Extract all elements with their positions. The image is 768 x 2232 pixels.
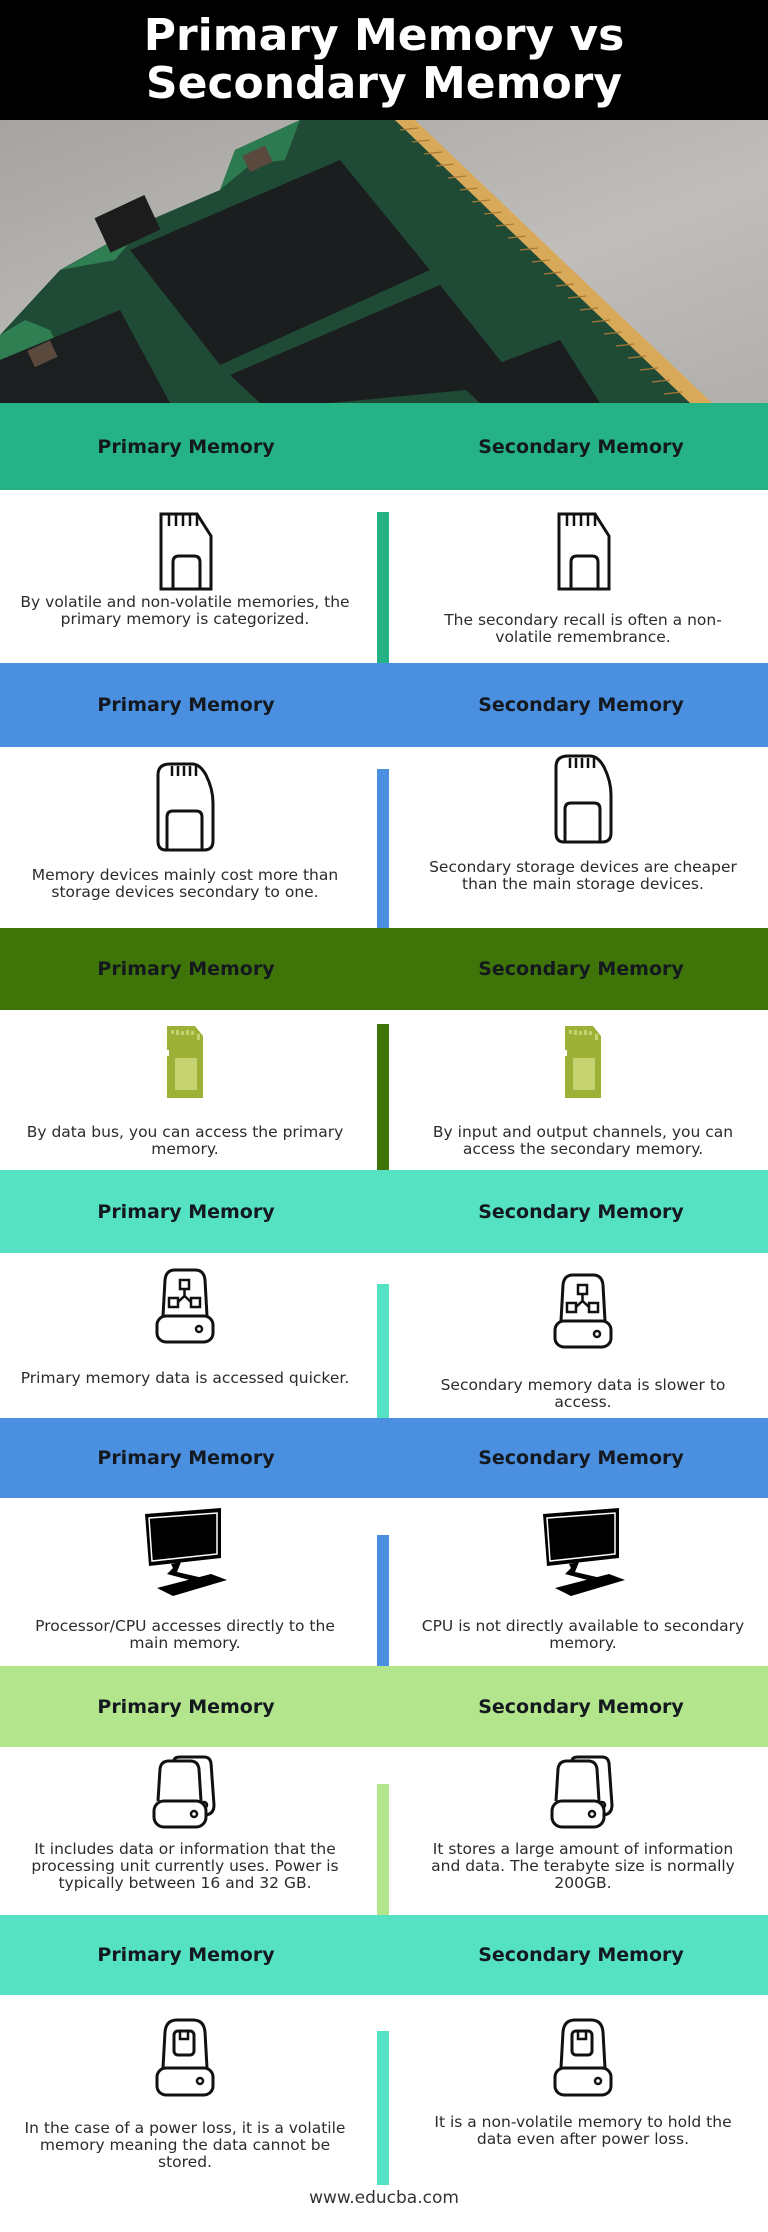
ram-module-illustration — [0, 120, 768, 403]
section-5-body: Processor/CPU accesses directly to the m… — [0, 1498, 768, 1666]
section-2-secondary-cell: Secondary storage devices are cheaper th… — [418, 753, 748, 893]
section-1-body: By volatile and non-volatile memories, t… — [0, 490, 768, 663]
section-3-secondary-text: By input and output channels, you can ac… — [432, 1123, 734, 1158]
section-2-header-band: Primary Memory Secondary Memory — [0, 663, 768, 747]
section-4-primary-text: Primary memory data is accessed quicker. — [20, 1369, 350, 1387]
section-7-primary-heading: Primary Memory — [97, 1944, 275, 1966]
section-3-primary-text: By data bus, you can access the primary … — [26, 1123, 344, 1158]
sd-card-outline-icon — [557, 512, 611, 591]
section-5-primary-heading: Primary Memory — [97, 1447, 275, 1469]
section-1-secondary-cell: The secondary recall is often a non-vola… — [418, 512, 748, 646]
section-4-header-band: Primary Memory Secondary Memory — [0, 1170, 768, 1253]
section-5-primary-text: Processor/CPU accesses directly to the m… — [35, 1617, 335, 1652]
section-7-header-band: Primary Memory Secondary Memory — [0, 1915, 768, 1995]
section-1-primary-text: By volatile and non-volatile memories, t… — [20, 593, 350, 628]
section-4-secondary-cell: Secondary memory data is slower to acces… — [418, 1273, 748, 1411]
section-7-secondary-heading: Secondary Memory — [478, 1944, 684, 1966]
title-line-1: Primary Memory vs — [143, 10, 625, 61]
section-2-body: Memory devices mainly cost more than sto… — [0, 747, 768, 928]
computer-monitor-icon — [145, 1508, 227, 1596]
section-4-secondary-heading: Secondary Memory — [478, 1200, 684, 1223]
multiple-drives-icon — [152, 1755, 216, 1829]
section-7-secondary-cell: It is a non-volatile memory to hold the … — [418, 2018, 748, 2148]
network-drive-icon — [553, 1273, 613, 1349]
save-drive-icon — [553, 2018, 613, 2097]
title-banner: Primary Memory vs Secondary Memory — [0, 0, 768, 120]
section-5-secondary-heading: Secondary Memory — [478, 1447, 684, 1469]
section-2-primary-cell: Memory devices mainly cost more than sto… — [20, 761, 350, 901]
sd-card-filled-icon — [167, 1026, 203, 1098]
section-3-divider — [377, 1024, 389, 1170]
multiple-drives-icon — [550, 1755, 614, 1829]
sd-card-filled-icon — [565, 1026, 601, 1098]
section-6-divider — [377, 1784, 389, 1915]
section-6-secondary-heading: Secondary Memory — [478, 1695, 684, 1718]
section-2-secondary-heading: Secondary Memory — [478, 694, 684, 716]
section-6-body: It includes data or information that the… — [0, 1747, 768, 1915]
sim-card-rounded-icon — [156, 762, 215, 852]
section-4-secondary-text: Secondary memory data is slower to acces… — [440, 1376, 726, 1411]
section-5-header-band: Primary Memory Secondary Memory — [0, 1418, 768, 1498]
section-1-secondary-text: The secondary recall is often a non-vola… — [444, 611, 722, 646]
save-drive-icon — [155, 2018, 215, 2097]
section-7-primary-cell: In the case of a power loss, it is a vol… — [20, 2018, 350, 2171]
section-2-primary-text: Memory devices mainly cost more than sto… — [31, 866, 339, 901]
section-1-divider — [377, 512, 389, 663]
section-7-secondary-text: It is a non-volatile memory to hold the … — [434, 2113, 732, 2148]
section-4-body: Primary memory data is accessed quicker.… — [0, 1253, 768, 1418]
section-5-secondary-cell: CPU is not directly available to seconda… — [418, 1508, 748, 1652]
section-1-secondary-heading: Secondary Memory — [478, 435, 684, 458]
section-6-primary-cell: It includes data or information that the… — [20, 1755, 350, 1892]
network-drive-icon — [155, 1268, 215, 1344]
section-7-body: In the case of a power loss, it is a vol… — [0, 1995, 768, 2185]
sd-card-outline-icon — [159, 512, 213, 591]
hero-ram-photo — [0, 120, 768, 403]
section-6-header-band: Primary Memory Secondary Memory — [0, 1666, 768, 1747]
section-4-divider — [377, 1284, 389, 1418]
section-1-primary-cell: By volatile and non-volatile memories, t… — [20, 512, 350, 628]
section-1-primary-heading: Primary Memory — [97, 435, 275, 458]
section-1-header-band: Primary Memory Secondary Memory — [0, 403, 768, 490]
section-2-divider — [377, 769, 389, 928]
section-5-secondary-text: CPU is not directly available to seconda… — [421, 1617, 745, 1652]
section-5-primary-cell: Processor/CPU accesses directly to the m… — [20, 1508, 350, 1652]
section-3-body: By data bus, you can access the primary … — [0, 1010, 768, 1170]
section-3-secondary-cell: By input and output channels, you can ac… — [418, 1024, 748, 1158]
section-7-divider — [377, 2031, 389, 2185]
section-2-secondary-text: Secondary storage devices are cheaper th… — [429, 858, 737, 893]
section-3-secondary-heading: Secondary Memory — [478, 958, 684, 980]
section-3-header-band: Primary Memory Secondary Memory — [0, 928, 768, 1010]
section-2-primary-heading: Primary Memory — [97, 694, 275, 716]
section-3-primary-cell: By data bus, you can access the primary … — [20, 1024, 350, 1158]
section-5-divider — [377, 1535, 389, 1666]
title-line-2: Secondary Memory — [145, 58, 623, 109]
computer-monitor-icon — [543, 1508, 625, 1596]
section-3-primary-heading: Primary Memory — [97, 958, 275, 980]
section-6-secondary-cell: It stores a large amount of information … — [418, 1755, 748, 1892]
section-4-primary-cell: Primary memory data is accessed quicker. — [20, 1268, 350, 1387]
section-6-primary-text: It includes data or information that the… — [31, 1840, 339, 1892]
sim-card-rounded-icon — [554, 754, 613, 844]
section-4-primary-heading: Primary Memory — [97, 1200, 275, 1223]
footer-site-link[interactable]: www.educba.com — [0, 2188, 768, 2208]
section-7-primary-text: In the case of a power loss, it is a vol… — [24, 2119, 346, 2171]
section-6-secondary-text: It stores a large amount of information … — [431, 1840, 735, 1892]
section-6-primary-heading: Primary Memory — [97, 1695, 275, 1718]
